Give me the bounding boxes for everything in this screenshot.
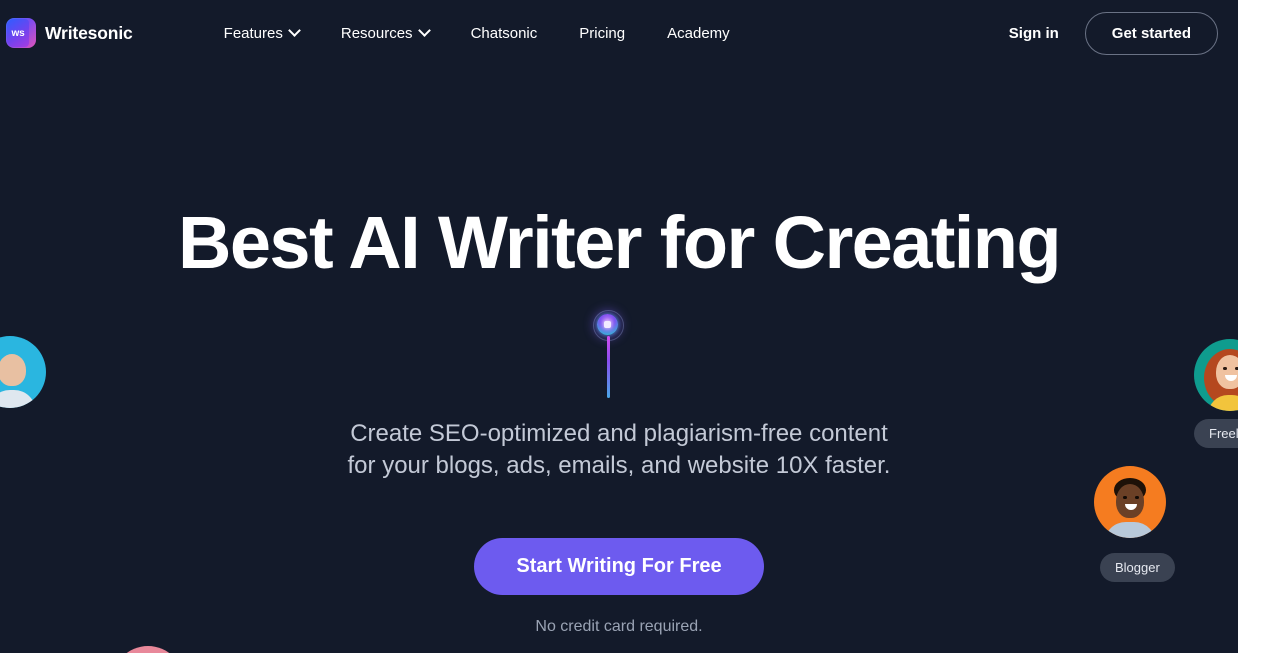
page-root: ws Writesonic Features Resources Chatson… bbox=[0, 0, 1270, 653]
header-actions: Sign in Get started bbox=[999, 11, 1238, 55]
nav-item-resources[interactable]: Resources bbox=[320, 17, 450, 50]
hero-section: Best AI Writer for Creating Create SEO-o… bbox=[0, 0, 1238, 653]
brand-name: Writesonic bbox=[45, 22, 133, 43]
nav-label-chatsonic: Chatsonic bbox=[470, 24, 538, 42]
hero-subheading-line-2: for your blogs, ads, emails, and website… bbox=[347, 452, 891, 479]
main-navigation: Features Resources Chatsonic Pricing Aca… bbox=[203, 17, 751, 50]
avatar-label-blogger: Blogger bbox=[1100, 553, 1175, 582]
page-title: Best AI Writer for Creating bbox=[178, 201, 1062, 284]
avatar-freelancer bbox=[1194, 339, 1238, 411]
nav-label-features: Features bbox=[223, 24, 283, 42]
avatar-bottom-partial bbox=[112, 646, 184, 653]
chevron-down-icon bbox=[287, 23, 301, 37]
nav-item-features[interactable]: Features bbox=[203, 17, 320, 50]
hero-subheading: Create SEO-optimized and plagiarism-free… bbox=[0, 418, 1238, 482]
avatar-freelancer-portrait bbox=[1194, 339, 1238, 411]
nav-item-chatsonic[interactable]: Chatsonic bbox=[450, 17, 559, 50]
collaboration-cursor bbox=[593, 310, 624, 398]
sign-in-link[interactable]: Sign in bbox=[999, 17, 1069, 50]
avatar-label-freelancer: Freelancer bbox=[1194, 419, 1238, 448]
nav-label-academy: Academy bbox=[667, 24, 730, 42]
avatar-left-partial bbox=[0, 336, 46, 408]
hero-subheading-line-1: Create SEO-optimized and plagiarism-free… bbox=[350, 420, 888, 447]
avatar-blogger-portrait bbox=[1094, 466, 1166, 538]
cursor-caret-line bbox=[607, 336, 610, 398]
brand-logo[interactable]: ws Writesonic bbox=[6, 18, 133, 48]
avatar-bottom-portrait bbox=[112, 646, 184, 653]
cursor-orb-icon bbox=[593, 310, 624, 341]
page-canvas: ws Writesonic Features Resources Chatson… bbox=[0, 0, 1238, 653]
start-writing-for-free-button[interactable]: Start Writing For Free bbox=[474, 538, 764, 595]
nav-item-academy[interactable]: Academy bbox=[646, 17, 751, 50]
chevron-down-icon bbox=[417, 23, 431, 37]
nav-item-pricing[interactable]: Pricing bbox=[558, 17, 646, 50]
page-right-margin bbox=[1238, 0, 1270, 653]
writesonic-logo-icon: ws bbox=[6, 18, 36, 48]
hero-cta-container: Start Writing For Free bbox=[0, 538, 1238, 595]
avatar-left-portrait bbox=[0, 336, 46, 408]
site-header: ws Writesonic Features Resources Chatson… bbox=[0, 0, 1238, 66]
nav-label-resources: Resources bbox=[340, 24, 413, 42]
avatar-blogger bbox=[1094, 466, 1166, 538]
cursor-glyph-icon bbox=[604, 321, 611, 328]
nav-label-pricing: Pricing bbox=[579, 24, 626, 42]
get-started-button[interactable]: Get started bbox=[1084, 11, 1218, 55]
cta-disclaimer: No credit card required. bbox=[535, 618, 703, 635]
logo-mark-text: ws bbox=[11, 27, 25, 39]
